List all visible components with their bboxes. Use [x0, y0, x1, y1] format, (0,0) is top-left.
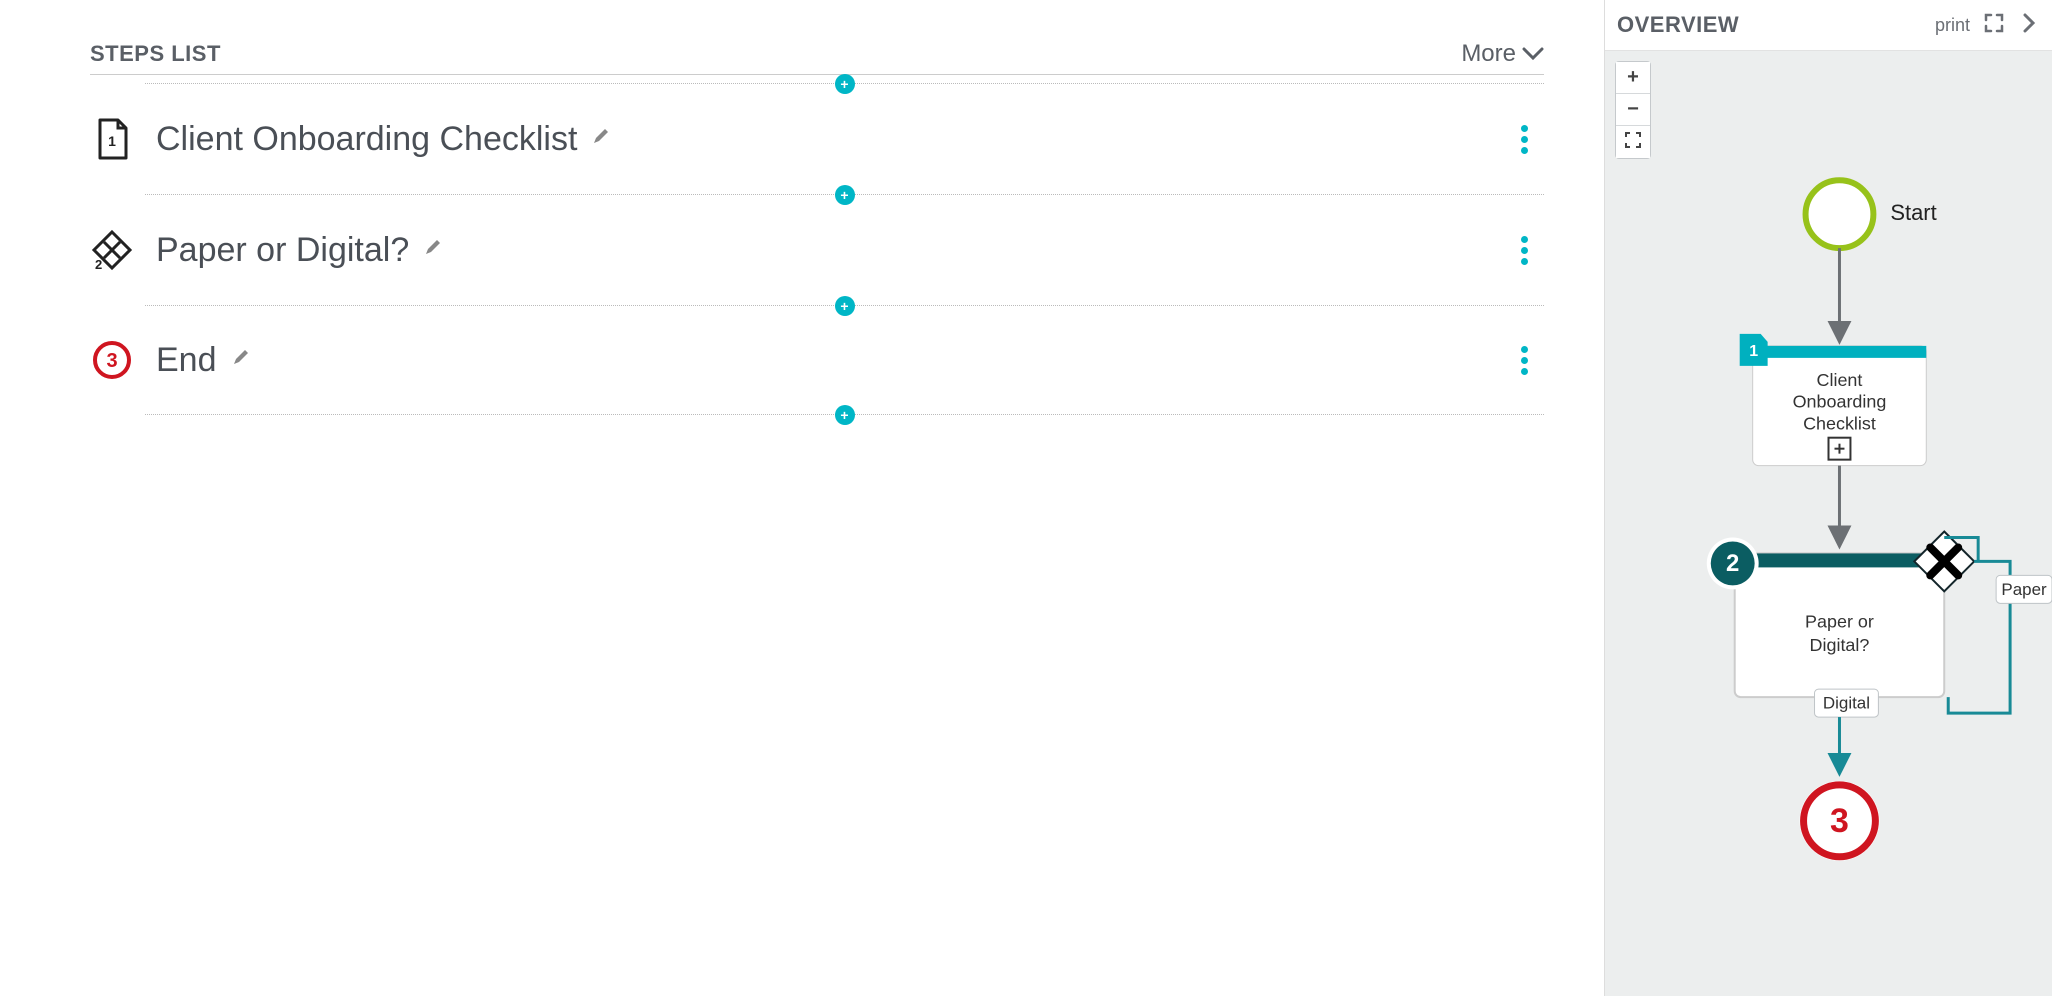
svg-text:Client: Client — [1817, 370, 1863, 390]
decision-step-icon: 2 — [90, 229, 134, 271]
step-title-text: End — [156, 341, 217, 380]
step-row[interactable]: 2 Paper or Digital? — [90, 195, 1544, 305]
add-step-button[interactable]: + — [835, 74, 855, 94]
zoom-out-button[interactable]: − — [1616, 94, 1650, 126]
step-row[interactable]: 1 Client Onboarding Checklist — [90, 84, 1544, 194]
svg-text:Paper or: Paper or — [1805, 611, 1874, 631]
overview-header: OVERVIEW print — [1605, 0, 2052, 51]
flow-node-2[interactable]: 2 Paper or Digital? — [1707, 531, 1974, 697]
add-step-divider: + — [145, 83, 1544, 84]
svg-text:Paper: Paper — [2001, 580, 2047, 599]
print-button[interactable]: print — [1935, 15, 1970, 36]
svg-text:1: 1 — [1749, 343, 1758, 360]
svg-text:3: 3 — [106, 350, 117, 372]
svg-text:Digital: Digital — [1823, 694, 1870, 713]
add-step-divider: + — [145, 305, 1544, 306]
svg-text:Checklist: Checklist — [1803, 414, 1876, 434]
step-row[interactable]: 3 End — [90, 306, 1544, 414]
overview-panel: OVERVIEW print + − — [1604, 0, 2052, 996]
step-kebab-menu[interactable] — [1521, 125, 1544, 154]
flow-node-1[interactable]: 1 Client Onboarding Checklist — [1740, 334, 1927, 466]
svg-text:3: 3 — [1830, 802, 1849, 840]
add-step-divider: + — [145, 414, 1544, 415]
zoom-fit-button[interactable] — [1616, 126, 1650, 158]
svg-text:Onboarding: Onboarding — [1793, 392, 1887, 412]
steps-list-header: STEPS LIST More — [90, 40, 1544, 75]
step-kebab-menu[interactable] — [1521, 236, 1544, 265]
step-title-text: Paper or Digital? — [156, 231, 409, 270]
overview-title: OVERVIEW — [1617, 12, 1739, 38]
step-title-text: Client Onboarding Checklist — [156, 120, 577, 159]
add-step-button[interactable]: + — [835, 405, 855, 425]
chevron-down-icon — [1522, 40, 1544, 68]
form-step-icon: 1 — [90, 118, 134, 160]
step-kebab-menu[interactable] — [1521, 346, 1544, 375]
edit-icon[interactable] — [423, 237, 443, 263]
add-step-divider: + — [145, 194, 1544, 195]
start-node[interactable] — [1806, 180, 1874, 248]
overview-canvas[interactable]: + − Start — [1605, 51, 2052, 996]
svg-text:Digital?: Digital? — [1810, 635, 1870, 655]
start-label: Start — [1890, 200, 1936, 225]
more-label: More — [1461, 40, 1516, 68]
zoom-controls: + − — [1615, 61, 1651, 159]
zoom-in-button[interactable]: + — [1616, 62, 1650, 94]
expand-icon[interactable] — [1980, 13, 2008, 38]
steps-list-panel: STEPS LIST More + 1 Client Onboarding Ch… — [0, 0, 1604, 996]
steps-list-title: STEPS LIST — [90, 41, 221, 67]
svg-text:2: 2 — [1726, 550, 1739, 577]
add-step-button[interactable]: + — [835, 185, 855, 205]
edit-icon[interactable] — [591, 126, 611, 152]
more-button[interactable]: More — [1461, 40, 1544, 68]
flowchart: Start 1 Client Onboarding Checklist — [1605, 51, 2052, 996]
svg-text:1: 1 — [108, 133, 116, 149]
end-step-icon: 3 — [90, 340, 134, 380]
svg-text:2: 2 — [95, 257, 102, 271]
add-step-button[interactable]: + — [835, 296, 855, 316]
edit-icon[interactable] — [231, 347, 251, 373]
chevron-right-icon[interactable] — [2018, 13, 2040, 38]
